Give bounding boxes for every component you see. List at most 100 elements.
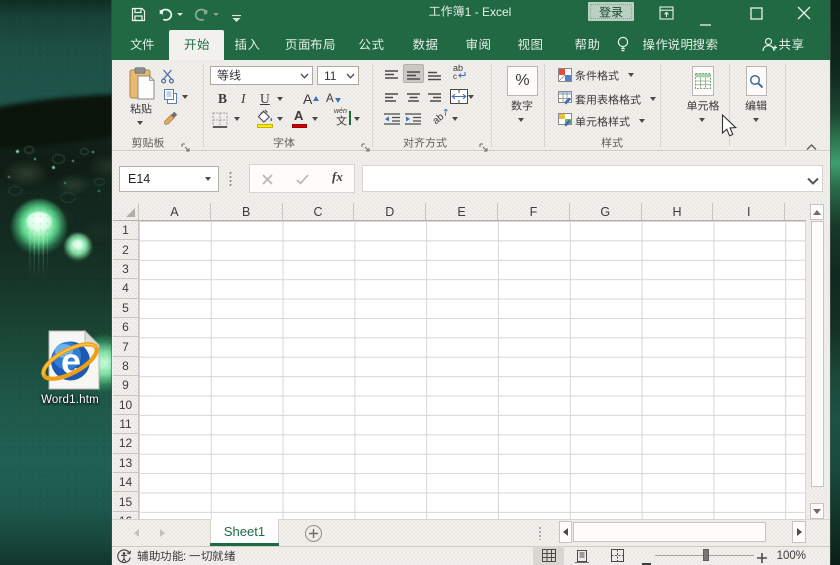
sign-in-button[interactable] [588, 2, 634, 21]
format-as-table-icon[interactable] [558, 91, 572, 110]
cell-styles-dropdown-icon[interactable] [639, 119, 645, 123]
cell-styles-button[interactable] [575, 116, 630, 129]
phonetic-dropdown-icon[interactable] [354, 117, 360, 121]
align-right-icon[interactable] [428, 91, 441, 109]
copy-icon[interactable] [163, 89, 178, 109]
merge-center-icon[interactable] [450, 89, 468, 109]
column-header-D[interactable]: D [354, 203, 427, 220]
bottom-align-icon[interactable] [428, 68, 441, 86]
formula-bar-grip[interactable] [229, 171, 232, 187]
view-normal-button[interactable] [533, 546, 564, 565]
borders-icon[interactable] [212, 112, 228, 133]
column-header-A[interactable]: A [139, 203, 211, 220]
enter-icon[interactable] [296, 172, 309, 190]
undo-button[interactable] [158, 8, 173, 26]
font-color-letter[interactable]: A [294, 108, 303, 123]
redo-dropdown-icon[interactable] [213, 13, 219, 16]
vscroll-up-button[interactable] [810, 204, 824, 220]
row-header-15[interactable]: 15 [113, 492, 138, 512]
editing-button-icon[interactable] [746, 66, 767, 96]
formula-bar-expand-icon[interactable] [807, 173, 819, 191]
column-header-B[interactable]: B [211, 203, 283, 220]
middle-align-icon[interactable] [407, 68, 420, 86]
row-header-13[interactable]: 13 [113, 454, 138, 474]
column-header-H[interactable]: H [642, 203, 714, 220]
row-header-5[interactable]: 5 [113, 299, 138, 318]
row-header-7[interactable]: 7 [113, 337, 138, 357]
paste-button-label[interactable] [130, 103, 152, 116]
row-header-3[interactable]: 3 [113, 260, 138, 280]
number-group-button-label[interactable] [511, 100, 533, 113]
font-color-dropdown-icon[interactable] [312, 117, 318, 121]
zoom-out-button[interactable] [642, 553, 651, 565]
format-painter-icon[interactable] [163, 110, 179, 130]
name-box[interactable]: E14 [119, 166, 219, 192]
tell-me-search[interactable] [642, 28, 718, 60]
editing-dropdown-icon[interactable] [753, 118, 759, 122]
close-button[interactable] [797, 6, 811, 25]
row-header-12[interactable]: 12 [113, 434, 138, 454]
quick-access-customize-icon[interactable] [232, 10, 241, 28]
formula-input[interactable] [362, 165, 823, 192]
copy-dropdown-icon[interactable] [182, 95, 188, 99]
new-sheet-button[interactable] [305, 525, 322, 542]
ribbon-display-options-button[interactable] [659, 6, 674, 25]
paste-dropdown-icon[interactable] [137, 121, 143, 125]
align-center-icon[interactable] [407, 91, 420, 109]
conditional-formatting-button[interactable] [575, 70, 619, 83]
vscroll-thumb[interactable] [811, 221, 824, 487]
column-header-E[interactable]: E [426, 203, 498, 220]
cells-dropdown-icon[interactable] [699, 118, 705, 122]
save-icon[interactable] [131, 7, 146, 27]
tab-insert[interactable] [234, 28, 260, 60]
hscroll-thumb[interactable] [573, 522, 766, 542]
fill-color-dropdown-icon[interactable] [277, 117, 283, 121]
align-left-icon[interactable] [385, 91, 398, 109]
conditional-formatting-dropdown-icon[interactable] [628, 73, 634, 77]
insert-function-button[interactable]: fx [332, 169, 343, 185]
paste-icon[interactable] [128, 67, 156, 106]
view-page-layout-button[interactable] [566, 546, 597, 565]
tab-page-layout[interactable] [285, 28, 335, 60]
underline-button[interactable]: U [260, 91, 270, 107]
row-header-4[interactable]: 4 [113, 279, 138, 299]
column-header-F[interactable]: F [498, 203, 570, 220]
combo-dropdown-icon[interactable] [296, 67, 312, 84]
phonetic-guide-button[interactable] [336, 115, 347, 128]
row-header-6[interactable]: 6 [113, 318, 138, 338]
zoom-in-button[interactable] [757, 550, 767, 565]
underline-dropdown-icon[interactable] [277, 97, 283, 101]
tab-file[interactable] [119, 28, 165, 60]
undo-dropdown-icon[interactable] [177, 13, 183, 16]
desktop-icon-label[interactable]: Word1.htm [20, 394, 120, 406]
desktop-icon-word1-htm[interactable]: e [41, 329, 101, 390]
cell-styles-icon[interactable] [558, 113, 572, 132]
sheet-nav-last-icon[interactable] [160, 529, 165, 537]
tab-help[interactable] [575, 28, 600, 60]
row-header-1[interactable]: 1 [113, 221, 138, 241]
column-header-I[interactable]: I [713, 203, 786, 220]
row-header-8[interactable]: 8 [113, 357, 138, 377]
row-header-11[interactable]: 11 [113, 415, 138, 435]
italic-button[interactable]: I [241, 91, 246, 107]
sheet-nav-first-icon[interactable] [134, 529, 139, 537]
sheet-tab-sheet1[interactable]: Sheet1 [210, 519, 279, 544]
row-header-2[interactable]: 2 [113, 240, 138, 260]
view-page-break-button[interactable] [601, 546, 633, 565]
conditional-formatting-icon[interactable] [558, 68, 572, 87]
editing-group-button-label[interactable] [745, 100, 767, 113]
share-button[interactable] [779, 28, 804, 60]
top-align-icon[interactable] [385, 68, 398, 86]
column-header-C[interactable]: C [283, 203, 355, 220]
number-dropdown-icon[interactable] [518, 118, 524, 122]
tabbar-grip[interactable] [538, 526, 542, 540]
wrap-text-icon[interactable]: ab c [453, 64, 466, 81]
cancel-icon[interactable] [262, 172, 273, 190]
zoom-slider-handle[interactable] [703, 549, 709, 561]
font-name-combo[interactable] [210, 66, 313, 85]
orientation-dropdown-icon[interactable] [452, 117, 458, 121]
zoom-level[interactable]: 100% [777, 550, 806, 562]
vscroll-down-button[interactable] [810, 503, 824, 519]
decrease-indent-icon[interactable] [384, 112, 400, 130]
format-as-table-button[interactable] [575, 94, 641, 107]
